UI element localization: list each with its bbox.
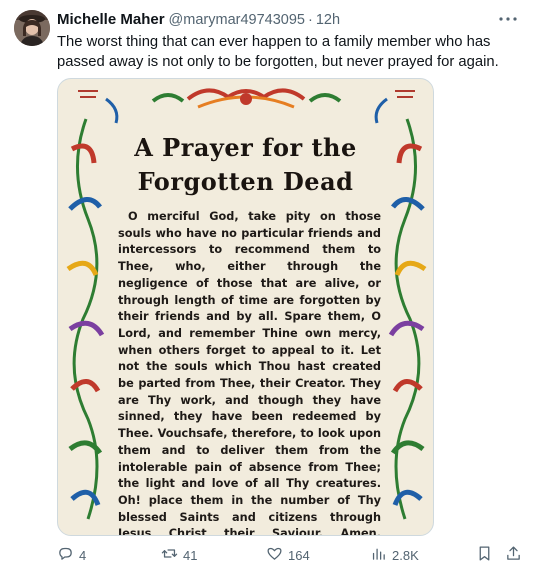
- reply-icon: [57, 545, 74, 565]
- tweet-image[interactable]: A Prayer for the Forgotten Dead O mercif…: [57, 78, 434, 536]
- tweet-text: The worst thing that can ever happen to …: [57, 34, 499, 70]
- image-title: A Prayer for the Forgotten Dead: [58, 131, 433, 199]
- timestamp[interactable]: 12h: [316, 12, 340, 28]
- image-prayer-text: O merciful God, take pity on those souls…: [118, 209, 381, 536]
- views-button[interactable]: 2.8K: [370, 544, 419, 566]
- repost-count: 41: [183, 547, 198, 563]
- more-dots-icon[interactable]: [496, 9, 520, 29]
- author-handle[interactable]: @marymar49743095: [169, 12, 305, 28]
- tweet-header: Michelle Maher @marymar49743095 · 12h: [57, 11, 494, 28]
- views-icon: [370, 545, 387, 565]
- prayer-body: O merciful God, take pity on those souls…: [118, 210, 381, 536]
- tweet[interactable]: Michelle Maher @marymar49743095 · 12h Th…: [0, 0, 534, 574]
- separator: ·: [307, 12, 313, 28]
- image-title-line-2: Forgotten Dead: [137, 167, 354, 196]
- views-count: 2.8K: [392, 547, 419, 563]
- like-button[interactable]: 164: [266, 544, 310, 566]
- reply-button[interactable]: 4: [57, 544, 86, 566]
- like-count: 164: [288, 547, 310, 563]
- avatar[interactable]: [14, 10, 50, 46]
- action-bar: 4 41 164 2.8K: [57, 544, 527, 566]
- repost-button[interactable]: 41: [161, 544, 197, 566]
- bookmark-icon: [476, 545, 493, 565]
- repost-icon: [161, 545, 178, 565]
- image-title-line-1: A Prayer for the: [134, 133, 357, 162]
- bookmark-button[interactable]: [476, 544, 493, 566]
- heart-icon: [266, 545, 283, 565]
- author-name[interactable]: Michelle Maher: [57, 11, 165, 28]
- share-button[interactable]: [505, 544, 522, 566]
- share-icon: [505, 545, 522, 565]
- reply-count: 4: [79, 547, 87, 563]
